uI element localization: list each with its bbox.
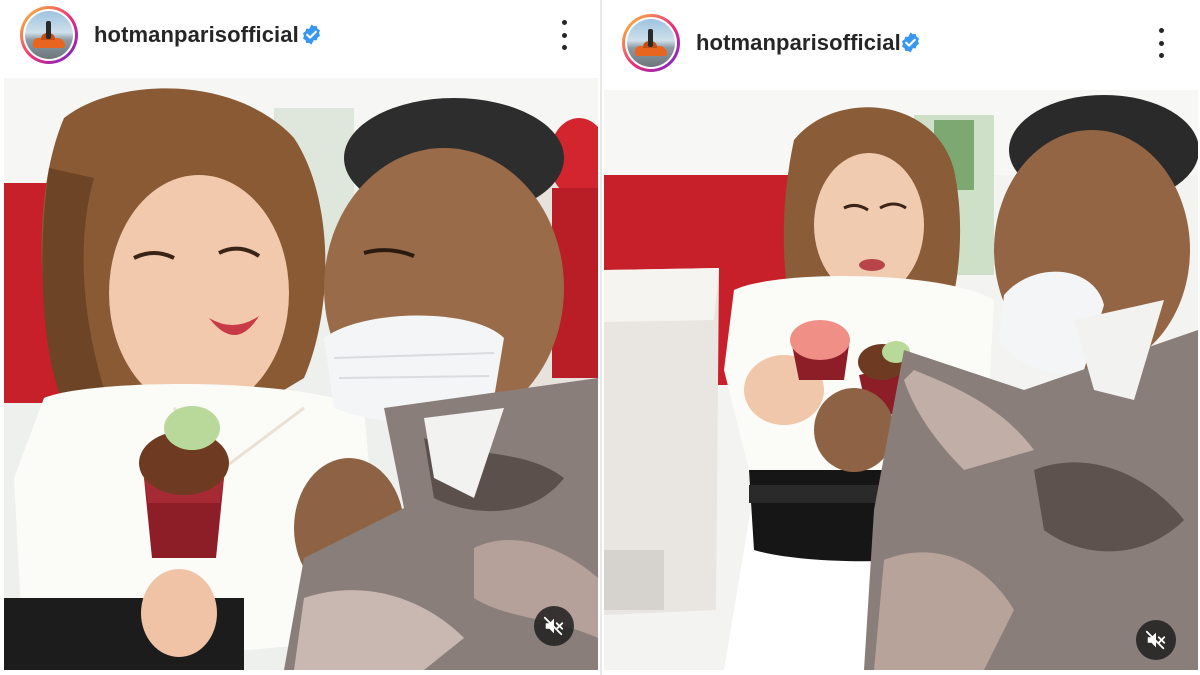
speaker-muted-icon: [543, 616, 564, 636]
post-video[interactable]: [4, 78, 598, 670]
video-frame: [604, 90, 1198, 670]
mute-toggle-button[interactable]: [1136, 620, 1176, 660]
more-options-icon[interactable]: [554, 20, 574, 50]
post-video[interactable]: [604, 90, 1198, 670]
video-frame: [4, 78, 598, 670]
avatar-photo: [25, 11, 73, 59]
post-header: hotmanparisofficial: [602, 8, 1200, 84]
instagram-post-left: hotmanparisofficial: [0, 0, 600, 675]
username-link[interactable]: hotmanparisofficial: [696, 30, 901, 56]
profile-avatar[interactable]: [622, 14, 680, 72]
instagram-post-right: hotmanparisofficial: [602, 0, 1200, 675]
username-link[interactable]: hotmanparisofficial: [94, 22, 299, 48]
profile-avatar[interactable]: [20, 6, 78, 64]
mute-toggle-button[interactable]: [534, 606, 574, 646]
verified-badge-icon: [902, 32, 919, 53]
post-header: hotmanparisofficial: [0, 0, 600, 76]
verified-badge-icon: [303, 24, 320, 45]
speaker-muted-icon: [1145, 630, 1166, 650]
avatar-photo: [627, 19, 675, 67]
more-options-icon[interactable]: [1151, 28, 1171, 58]
